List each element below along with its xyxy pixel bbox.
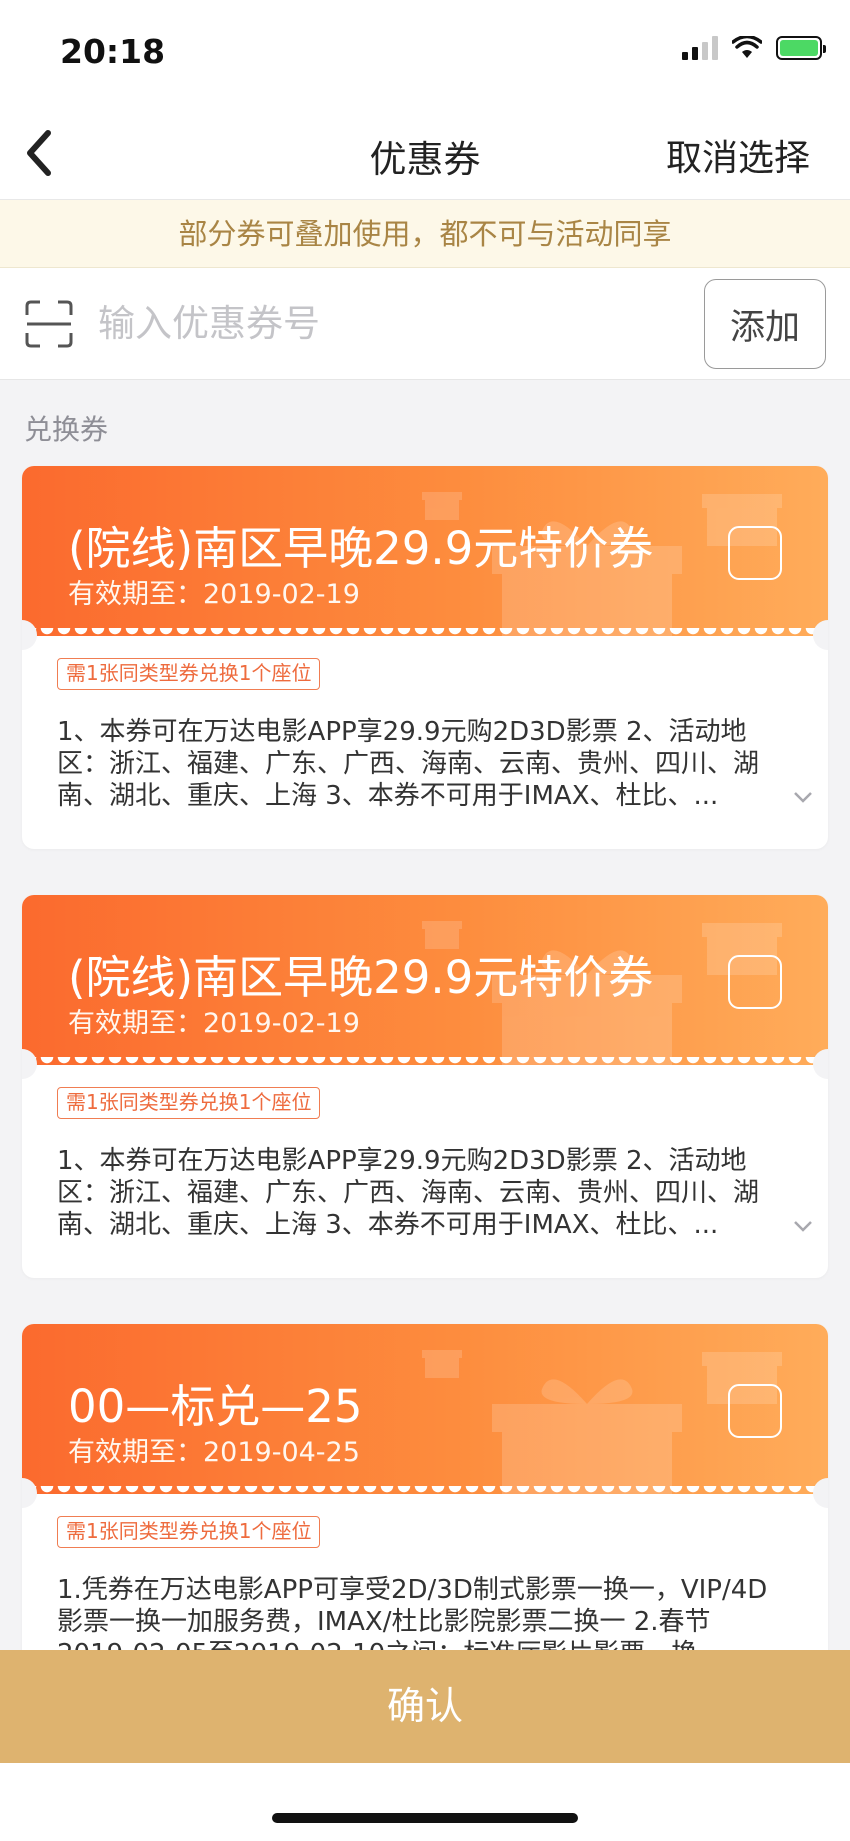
- coupon-checkbox[interactable]: [728, 955, 782, 1009]
- home-indicator[interactable]: [272, 1813, 578, 1823]
- scan-icon[interactable]: [25, 300, 73, 348]
- wifi-icon: [732, 36, 762, 58]
- coupon-tag: 需1张同类型券兑换1个座位: [57, 658, 321, 690]
- home-area: [0, 1763, 850, 1841]
- coupon-header: (院线)南区早晚29.9元特价券 有效期至：2019-02-19: [22, 895, 828, 1065]
- coupon-title: (院线)南区早晚29.9元特价券: [68, 951, 654, 1004]
- status-bar: 20:18: [0, 0, 850, 105]
- perforation-divider: [22, 628, 828, 644]
- coupon-validity: 有效期至：2019-04-25: [68, 1437, 360, 1468]
- coupon-checkbox[interactable]: [728, 526, 782, 580]
- status-icons: [682, 36, 826, 60]
- cellular-signal-icon: [682, 36, 718, 60]
- coupon-validity: 有效期至：2019-02-19: [68, 1008, 360, 1039]
- section-label: 兑换券: [24, 413, 109, 446]
- back-icon[interactable]: [18, 123, 78, 183]
- coupon-code-input[interactable]: [98, 290, 678, 356]
- chevron-down-icon[interactable]: [792, 1215, 814, 1237]
- coupon-card[interactable]: (院线)南区早晚29.9元特价券 有效期至：2019-02-19 需1张同类型券…: [22, 466, 828, 849]
- coupon-checkbox[interactable]: [728, 1384, 782, 1438]
- coupon-description: 1、本券可在万达电影APP享29.9元购2D3D影票 2、活动地区：浙江、福建、…: [57, 717, 760, 811]
- coupon-title: 00—标兑—25: [68, 1380, 363, 1433]
- coupon-title: (院线)南区早晚29.9元特价券: [68, 522, 654, 575]
- coupon-code-row: 添加: [0, 268, 850, 380]
- cancel-selection-button[interactable]: 取消选择: [666, 129, 810, 181]
- coupon-header: (院线)南区早晚29.9元特价券 有效期至：2019-02-19: [22, 466, 828, 636]
- battery-icon: [776, 36, 826, 60]
- coupon-tag: 需1张同类型券兑换1个座位: [57, 1087, 321, 1119]
- perforation-divider: [22, 1057, 828, 1073]
- coupon-validity: 有效期至：2019-02-19: [68, 579, 360, 610]
- coupon-description: 1、本券可在万达电影APP享29.9元购2D3D影票 2、活动地区：浙江、福建、…: [57, 1146, 760, 1240]
- stacking-notice: 部分券可叠加使用，都不可与活动同享: [0, 200, 850, 268]
- perforation-divider: [22, 1486, 828, 1502]
- coupon-header: 00—标兑—25 有效期至：2019-04-25: [22, 1324, 828, 1494]
- status-time: 20:18: [60, 32, 166, 71]
- chevron-down-icon[interactable]: [792, 786, 814, 808]
- confirm-button[interactable]: 确认: [0, 1650, 850, 1763]
- coupon-card[interactable]: (院线)南区早晚29.9元特价券 有效期至：2019-02-19 需1张同类型券…: [22, 895, 828, 1278]
- add-coupon-button[interactable]: 添加: [704, 279, 826, 369]
- nav-bar: 优惠券 取消选择: [0, 105, 850, 200]
- coupon-tag: 需1张同类型券兑换1个座位: [57, 1516, 321, 1548]
